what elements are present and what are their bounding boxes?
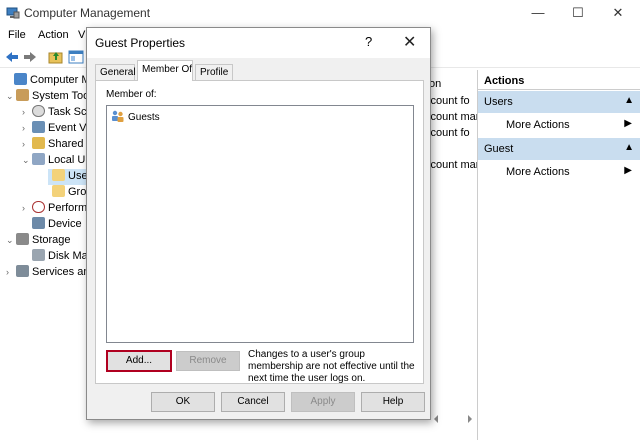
menu-file[interactable]: File bbox=[8, 29, 26, 41]
tree-item-device-manager[interactable]: Device bbox=[32, 217, 82, 233]
tab-general[interactable]: General bbox=[95, 64, 136, 81]
member-name: Guests bbox=[128, 112, 160, 123]
tree-item-disk-management[interactable]: Disk Ma bbox=[32, 249, 88, 265]
main-titlebar: Computer Management — ☐ ✕ bbox=[0, 0, 640, 26]
device-icon bbox=[32, 217, 45, 229]
expand-arrow-icon[interactable]: ⌄ bbox=[6, 91, 16, 102]
section-label: Guest bbox=[484, 143, 514, 155]
shared-folder-icon bbox=[32, 137, 45, 149]
action-label: More Actions bbox=[506, 166, 570, 178]
list-item[interactable]: ccount mar bbox=[425, 159, 479, 171]
group-icon bbox=[112, 110, 124, 122]
member-of-label: Member of: bbox=[106, 89, 157, 100]
back-arrow-icon[interactable] bbox=[4, 49, 20, 65]
collapse-up-icon[interactable]: ▲ bbox=[624, 142, 634, 153]
tree-item-system-tools[interactable]: ⌄ System Too bbox=[6, 89, 89, 105]
services-icon bbox=[16, 265, 29, 277]
tree-item-shared-folders[interactable]: › Shared bbox=[22, 137, 83, 153]
tree-item-label: Gro bbox=[68, 186, 87, 198]
tree-item-label: Use bbox=[68, 170, 88, 182]
expand-arrow-icon[interactable]: › bbox=[6, 267, 16, 277]
action-label: More Actions bbox=[506, 119, 570, 131]
remove-button[interactable]: Remove bbox=[176, 351, 240, 371]
console-tree: Computer Ma ⌄ System Too › Task Sch › Event… bbox=[0, 70, 92, 430]
computer-icon bbox=[14, 73, 27, 85]
tree-item-label: Device bbox=[48, 218, 82, 230]
maximize-button[interactable]: ☐ bbox=[568, 4, 588, 22]
tab-profile[interactable]: Profile bbox=[195, 64, 233, 81]
list-item[interactable]: Guests bbox=[111, 110, 160, 123]
membership-note: Changes to a user's group membership are… bbox=[248, 349, 415, 384]
tree-item-event-viewer[interactable]: › Event V bbox=[22, 121, 87, 137]
up-folder-icon[interactable] bbox=[48, 49, 64, 65]
tree-item-label: Storage bbox=[32, 234, 71, 246]
folder-icon bbox=[52, 185, 65, 197]
tree-item-label: Perform bbox=[48, 202, 88, 214]
tree-item-computer-management[interactable]: Computer Ma bbox=[4, 73, 92, 89]
performance-icon bbox=[32, 201, 45, 213]
expand-arrow-icon[interactable]: › bbox=[22, 139, 32, 149]
expand-arrow-icon[interactable]: ⌄ bbox=[22, 155, 32, 166]
dialog-titlebar: Guest Properties ? ✕ bbox=[87, 28, 430, 58]
show-hide-tree-icon[interactable] bbox=[68, 49, 84, 65]
tree-item-performance[interactable]: › Perform bbox=[22, 201, 87, 217]
tree-item-services[interactable]: › Services an bbox=[6, 265, 89, 281]
tools-icon bbox=[16, 89, 29, 101]
tree-item-groups[interactable]: Gro bbox=[48, 185, 86, 201]
help-button[interactable]: Help bbox=[361, 392, 425, 412]
storage-icon bbox=[16, 233, 29, 245]
forward-arrow-icon[interactable] bbox=[22, 49, 38, 65]
tree-item-task-scheduler[interactable]: › Task Sch bbox=[22, 105, 92, 121]
users-icon bbox=[32, 153, 45, 165]
tree-item-storage[interactable]: ⌄ Storage bbox=[6, 233, 71, 249]
menu-action[interactable]: Action bbox=[38, 29, 69, 41]
expand-arrow-icon[interactable]: › bbox=[22, 203, 32, 213]
submenu-arrow-icon: ▶ bbox=[624, 118, 632, 129]
minimize-button[interactable]: — bbox=[528, 4, 548, 22]
close-button[interactable]: ✕ bbox=[608, 4, 628, 22]
computer-management-icon bbox=[6, 7, 20, 19]
folder-icon bbox=[52, 169, 65, 181]
actions-title: Actions bbox=[478, 70, 640, 90]
list-item[interactable]: ccount mar bbox=[425, 111, 479, 123]
member-of-panel: Member of: Guests Add... Remove Changes … bbox=[95, 80, 424, 384]
collapse-up-icon[interactable]: ▲ bbox=[624, 95, 634, 106]
window-title: Computer Management bbox=[24, 6, 151, 20]
section-label: Users bbox=[484, 96, 513, 108]
guest-properties-dialog: Guest Properties ? ✕ General Member Of P… bbox=[86, 27, 431, 420]
actions-section-users[interactable]: Users ▲ bbox=[478, 91, 640, 113]
disk-icon bbox=[32, 249, 45, 261]
cancel-button[interactable]: Cancel bbox=[221, 392, 285, 412]
actions-pane: Actions Users ▲ More Actions ▶ Guest ▲ M… bbox=[477, 70, 640, 440]
submenu-arrow-icon: ▶ bbox=[624, 165, 632, 176]
member-listbox[interactable]: Guests bbox=[106, 105, 414, 343]
more-actions-guest[interactable]: More Actions ▶ bbox=[478, 160, 640, 184]
dialog-title: Guest Properties bbox=[95, 36, 186, 50]
list-item[interactable]: ccount fo bbox=[425, 95, 470, 107]
menu-view[interactable]: V bbox=[78, 29, 85, 41]
more-actions-users[interactable]: More Actions ▶ bbox=[478, 113, 640, 137]
tree-item-label: Computer Ma bbox=[30, 74, 92, 86]
add-button[interactable]: Add... bbox=[106, 350, 172, 372]
dialog-close-button[interactable]: ✕ bbox=[403, 32, 416, 52]
tree-item-label: Disk Ma bbox=[48, 250, 88, 262]
clock-icon bbox=[32, 105, 45, 117]
tree-item-label: Local U bbox=[48, 154, 86, 166]
actions-section-guest[interactable]: Guest ▲ bbox=[478, 138, 640, 160]
help-question-button[interactable]: ? bbox=[365, 34, 372, 49]
expand-arrow-icon[interactable]: › bbox=[22, 123, 32, 133]
apply-button[interactable]: Apply bbox=[291, 392, 355, 412]
list-item[interactable]: ccount fo bbox=[425, 127, 470, 139]
event-viewer-icon bbox=[32, 121, 45, 133]
tab-member-of[interactable]: Member Of bbox=[137, 60, 193, 81]
ok-button[interactable]: OK bbox=[151, 392, 215, 412]
tree-item-local-users[interactable]: ⌄ Local U bbox=[22, 153, 85, 169]
expand-arrow-icon[interactable]: ⌄ bbox=[6, 235, 16, 246]
horizontal-scrollbar[interactable] bbox=[430, 412, 476, 426]
expand-arrow-icon[interactable]: › bbox=[22, 107, 32, 117]
tree-item-label: Services an bbox=[32, 266, 90, 278]
tree-item-label: Shared bbox=[48, 138, 84, 150]
tree-item-label: System Too bbox=[32, 90, 90, 102]
tree-item-label: Event V bbox=[48, 122, 87, 134]
